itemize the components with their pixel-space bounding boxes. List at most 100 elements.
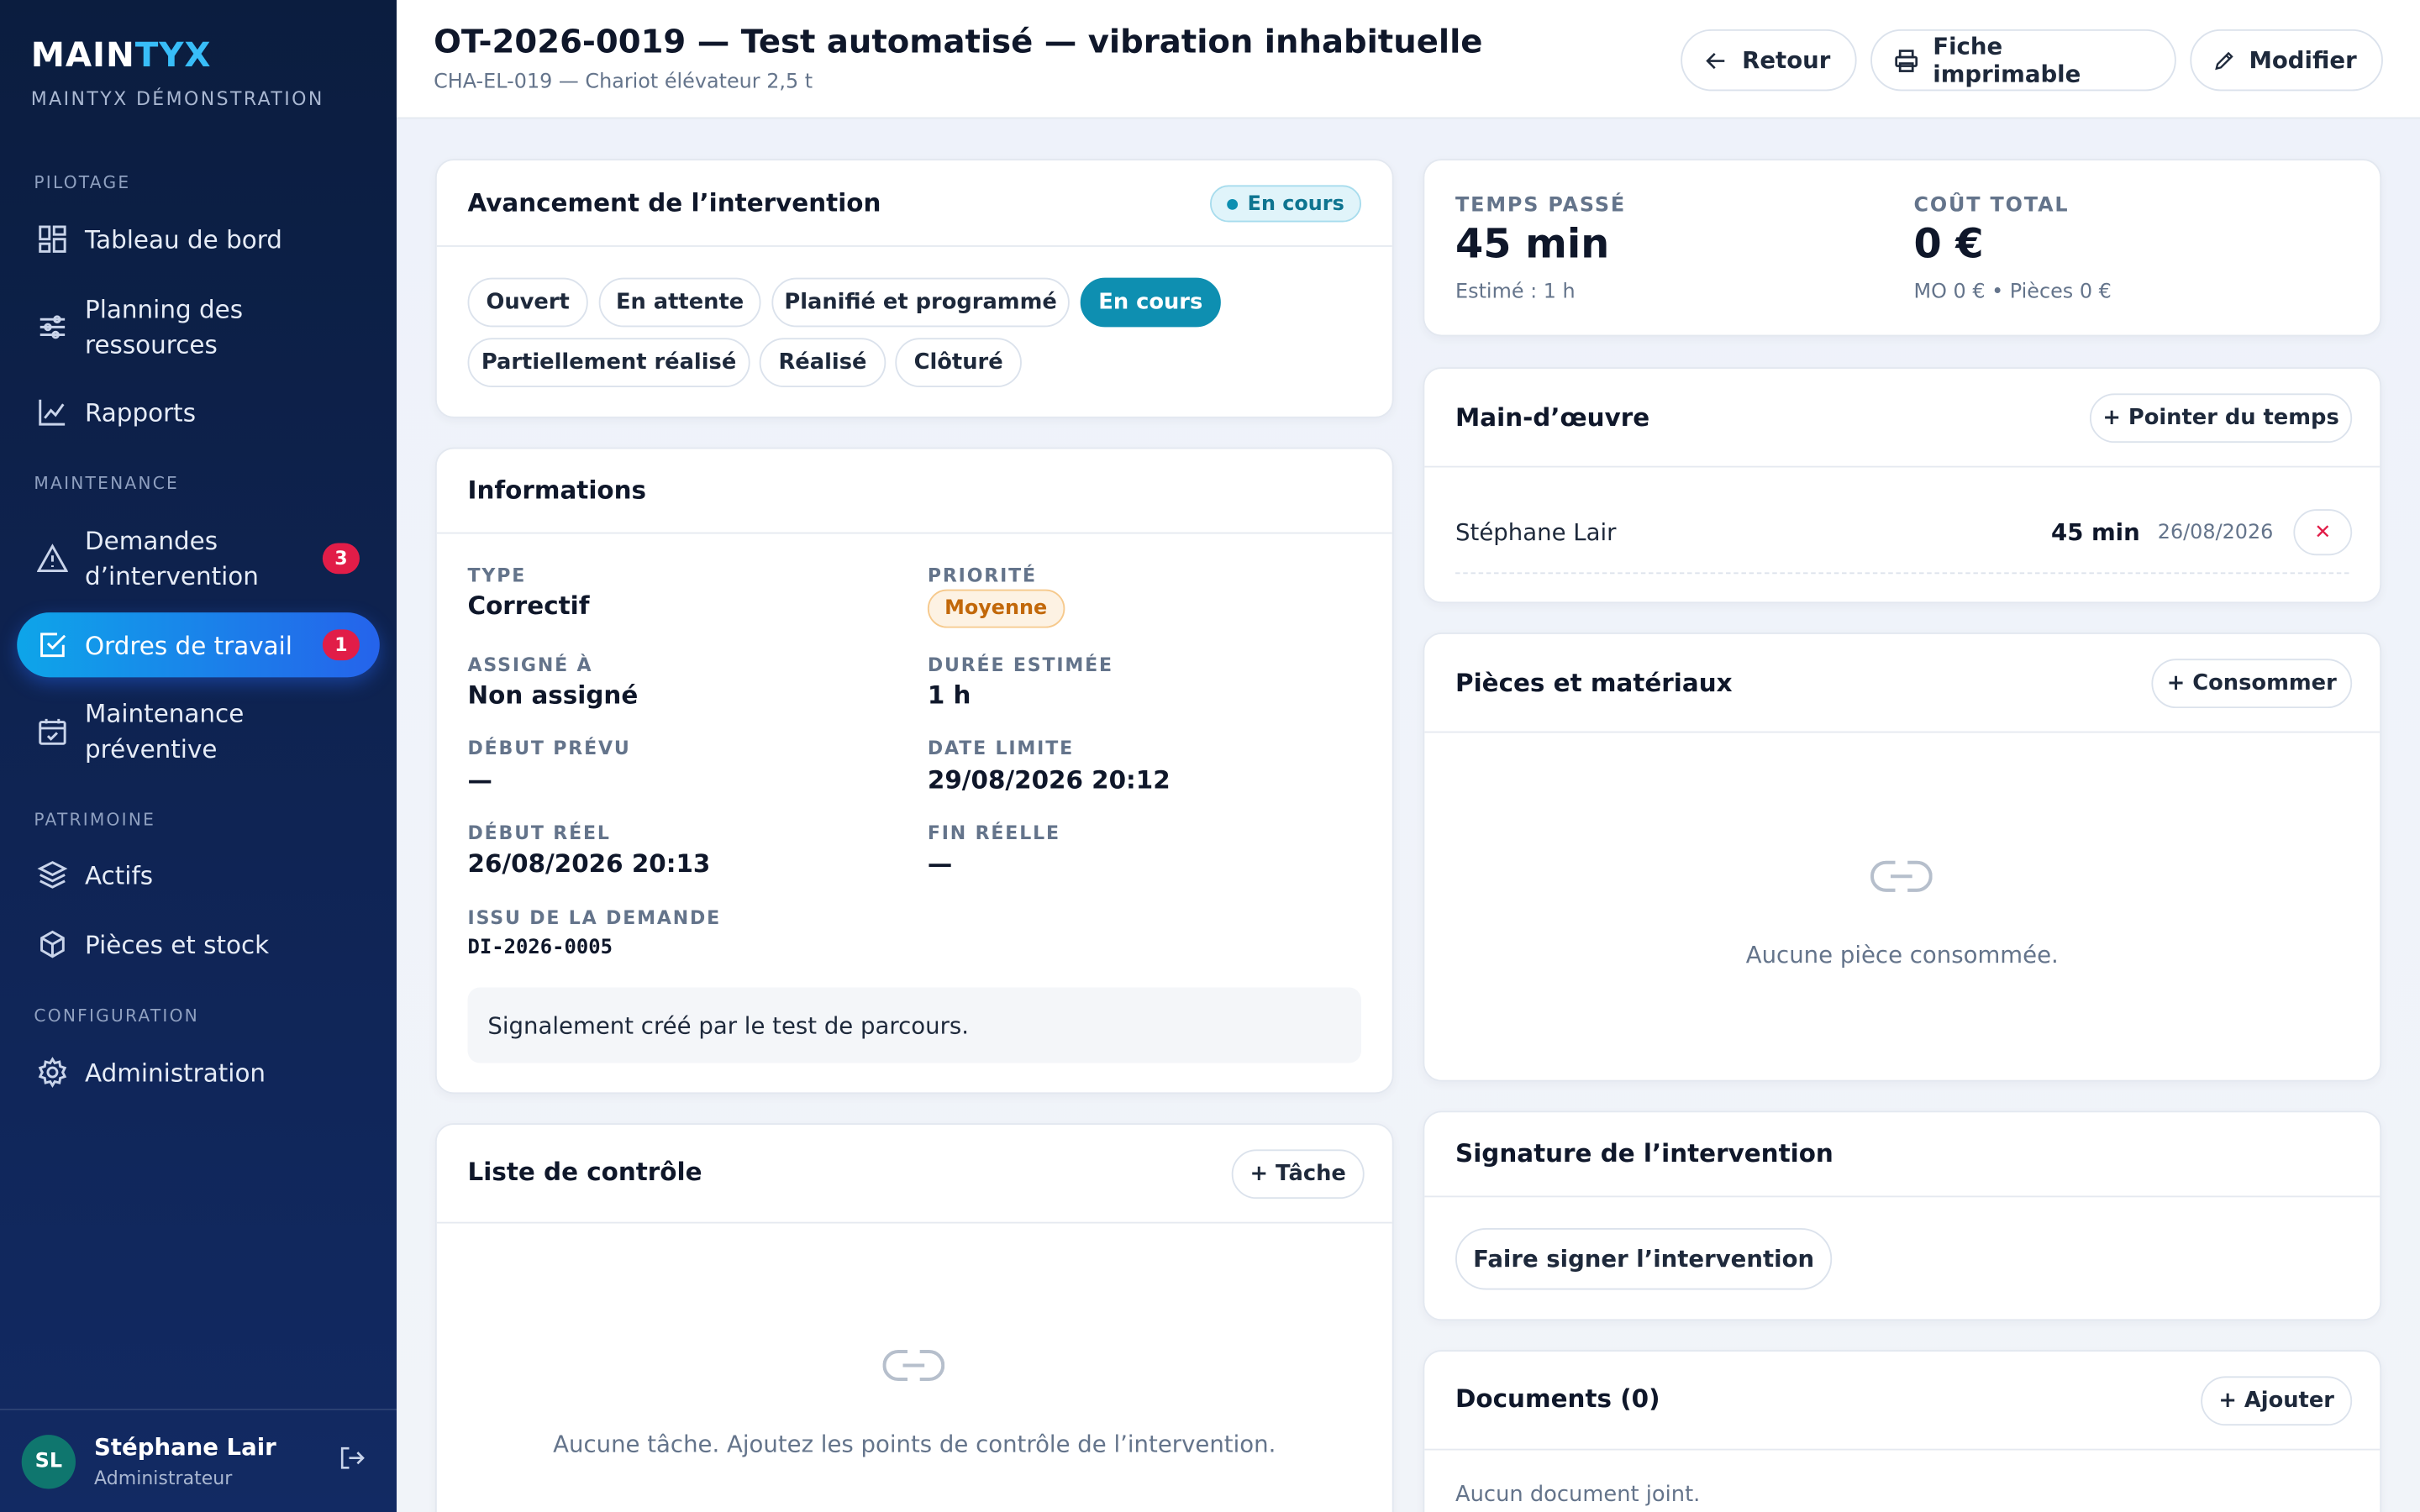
dashboard-icon: [37, 223, 68, 255]
parts-empty-message: Aucune pièce consommée.: [1745, 941, 2059, 969]
request-signature-button[interactable]: Faire signer l’intervention: [1455, 1228, 1833, 1290]
edit-button[interactable]: Modifier: [2190, 29, 2383, 92]
labor-card: Main-d’œuvre + Pointer du temps Stéphane…: [1423, 367, 2382, 604]
avatar[interactable]: SL: [21, 1435, 76, 1489]
sidebar-item-work-orders[interactable]: Ordres de travail 1: [17, 612, 380, 678]
brand-logo[interactable]: MAINTYX: [31, 37, 212, 76]
total-cost-label: COÛT TOTAL: [1913, 194, 2070, 218]
link-icon: [882, 1346, 945, 1386]
status-badge: En cours: [1210, 185, 1362, 223]
page-title: OT-2026-0019 — Test automatisé — vibrati…: [434, 23, 1483, 60]
user-name: Stéphane Lair: [94, 1433, 276, 1462]
sidebar-item-label: Planning des ressources: [85, 294, 243, 360]
sidebar-item-label: Administration: [85, 1058, 266, 1087]
box-icon: [37, 929, 68, 960]
sidebar-item-preventive[interactable]: Maintenance préventive: [17, 695, 295, 769]
signature-card: Signature de l’intervention Faire signer…: [1423, 1110, 2382, 1321]
step-partiellement-realise[interactable]: Partiellement réalisé: [467, 338, 750, 388]
status-dot: [1227, 198, 1239, 209]
sidebar-item-administration[interactable]: Administration: [17, 1043, 380, 1102]
checklist-title: Liste de contrôle: [467, 1157, 702, 1187]
brand-subtitle: MAINTYX DÉMONSTRATION: [30, 87, 324, 110]
logout-icon[interactable]: [338, 1444, 366, 1472]
duration-value: 1 h: [927, 680, 971, 710]
signature-card-header: Signature de l’intervention: [1424, 1112, 2381, 1198]
back-button-label: Retour: [1742, 46, 1831, 75]
requests-count-badge: 3: [322, 543, 360, 575]
sidebar-item-planning[interactable]: Planning des ressources: [17, 290, 295, 364]
sidebar-item-dashboard[interactable]: Tableau de bord: [17, 210, 380, 269]
printer-icon: [1895, 49, 1918, 72]
sidebar: MAINTYX MAINTYX DÉMONSTRATION PILOTAGE T…: [0, 0, 397, 1512]
consume-part-button[interactable]: + Consommer: [2151, 659, 2353, 709]
time-spent-label: TEMPS PASSÉ: [1455, 194, 1627, 218]
request-label: ISSU DE LA DEMANDE: [467, 907, 722, 929]
user-profile: SL Stéphane Lair Administrateur: [0, 1408, 397, 1512]
section-configuration: CONFIGURATION: [34, 1005, 200, 1026]
actual-end-value: —: [927, 848, 953, 879]
step-realise[interactable]: Réalisé: [759, 338, 886, 388]
step-en-cours[interactable]: En cours: [1080, 277, 1221, 328]
checklist-empty-message: Aucune tâche. Ajoutez les points de cont…: [553, 1430, 1276, 1458]
parts-card: Pièces et matériaux + Consommer Aucune p…: [1423, 633, 2382, 1082]
assigned-label: ASSIGNÉ À: [467, 654, 593, 676]
progress-card-header: Avancement de l’intervention En cours: [436, 160, 1392, 247]
parts-card-header: Pièces et matériaux + Consommer: [1424, 634, 2381, 733]
step-cloture[interactable]: Clôturé: [895, 338, 1022, 388]
stats-card: TEMPS PASSÉ 45 min Estimé : 1 h COÛT TOT…: [1423, 159, 2382, 337]
planned-start-label: DÉBUT PRÉVU: [467, 737, 631, 759]
time-estimated: Estimé : 1 h: [1455, 281, 1576, 304]
actual-start-value: 26/08/2026 20:13: [467, 848, 711, 879]
sidebar-item-label: Actifs: [85, 859, 154, 890]
work-orders-count-badge: 1: [322, 629, 360, 661]
sidebar-item-label: Tableau de bord: [85, 224, 282, 255]
sidebar-item-label: Ordres de travail: [85, 630, 292, 660]
print-button-label: Fiche imprimable: [1933, 32, 2081, 88]
parts-title: Pièces et matériaux: [1455, 668, 1733, 698]
documents-empty-message: Aucun document joint.: [1455, 1483, 1701, 1508]
page-header: OT-2026-0019 — Test automatisé — vibrati…: [397, 0, 2420, 119]
sidebar-item-requests[interactable]: Demandes d’intervention 3: [17, 522, 380, 596]
back-button[interactable]: Retour: [1681, 29, 1857, 92]
labor-technician: Stéphane Lair: [1455, 518, 1617, 547]
arrow-left-icon: [1706, 52, 1725, 69]
time-spent-value: 45 min: [1455, 222, 1610, 269]
brand-part1: MAIN: [30, 37, 135, 76]
print-button[interactable]: Fiche imprimable: [1870, 29, 2176, 92]
step-planifie[interactable]: Planifié et programmé: [771, 277, 1070, 328]
sidebar-item-label: Pièces et stock: [85, 929, 270, 959]
total-cost-value: 0 €: [1913, 222, 1984, 269]
type-label: TYPE: [467, 564, 527, 586]
chart-icon: [37, 396, 68, 428]
description-note: Signalement créé par le test de parcours…: [467, 987, 1362, 1063]
deadline-value: 29/08/2026 20:12: [927, 765, 1171, 795]
actual-start-label: DÉBUT RÉEL: [467, 822, 611, 844]
step-ouvert[interactable]: Ouvert: [467, 277, 588, 328]
priority-label: PRIORITÉ: [927, 564, 1037, 586]
add-task-button[interactable]: + Tâche: [1231, 1149, 1365, 1200]
labor-title: Main-d’œuvre: [1455, 402, 1650, 433]
assigned-value: Non assigné: [467, 680, 639, 710]
documents-title: Documents (0): [1455, 1383, 1660, 1414]
sliders-icon: [37, 312, 68, 343]
sidebar-item-assets[interactable]: Actifs: [17, 846, 380, 905]
asset-subtitle: CHA-EL-019 — Chariot élévateur 2,5 t: [434, 71, 813, 95]
sidebar-item-label: Maintenance préventive: [85, 699, 245, 764]
informations-card-header: Informations: [436, 449, 1392, 534]
request-link[interactable]: DI-2026-0005: [468, 937, 613, 960]
sidebar-item-label: Rapports: [85, 396, 197, 427]
add-document-button[interactable]: + Ajouter: [2201, 1376, 2353, 1426]
sidebar-item-parts[interactable]: Pièces et stock: [17, 915, 380, 974]
sidebar-item-reports[interactable]: Rapports: [17, 383, 380, 442]
sidebar-item-label: Demandes d’intervention: [85, 526, 259, 591]
user-role: Administrateur: [94, 1467, 233, 1489]
section-pilotage: PILOTAGE: [34, 172, 131, 193]
log-time-button[interactable]: + Pointer du temps: [2089, 393, 2353, 444]
priority-badge: Moyenne: [927, 589, 1065, 628]
delete-labor-button[interactable]: ✕: [2293, 509, 2353, 556]
step-en-attente[interactable]: En attente: [598, 277, 761, 328]
section-patrimoine: PATRIMOINE: [34, 810, 156, 831]
checklist-card-header: Liste de contrôle + Tâche: [436, 1125, 1392, 1224]
pencil-icon: [2215, 50, 2233, 70]
cost-breakdown: MO 0 € • Pièces 0 €: [1913, 281, 2112, 304]
